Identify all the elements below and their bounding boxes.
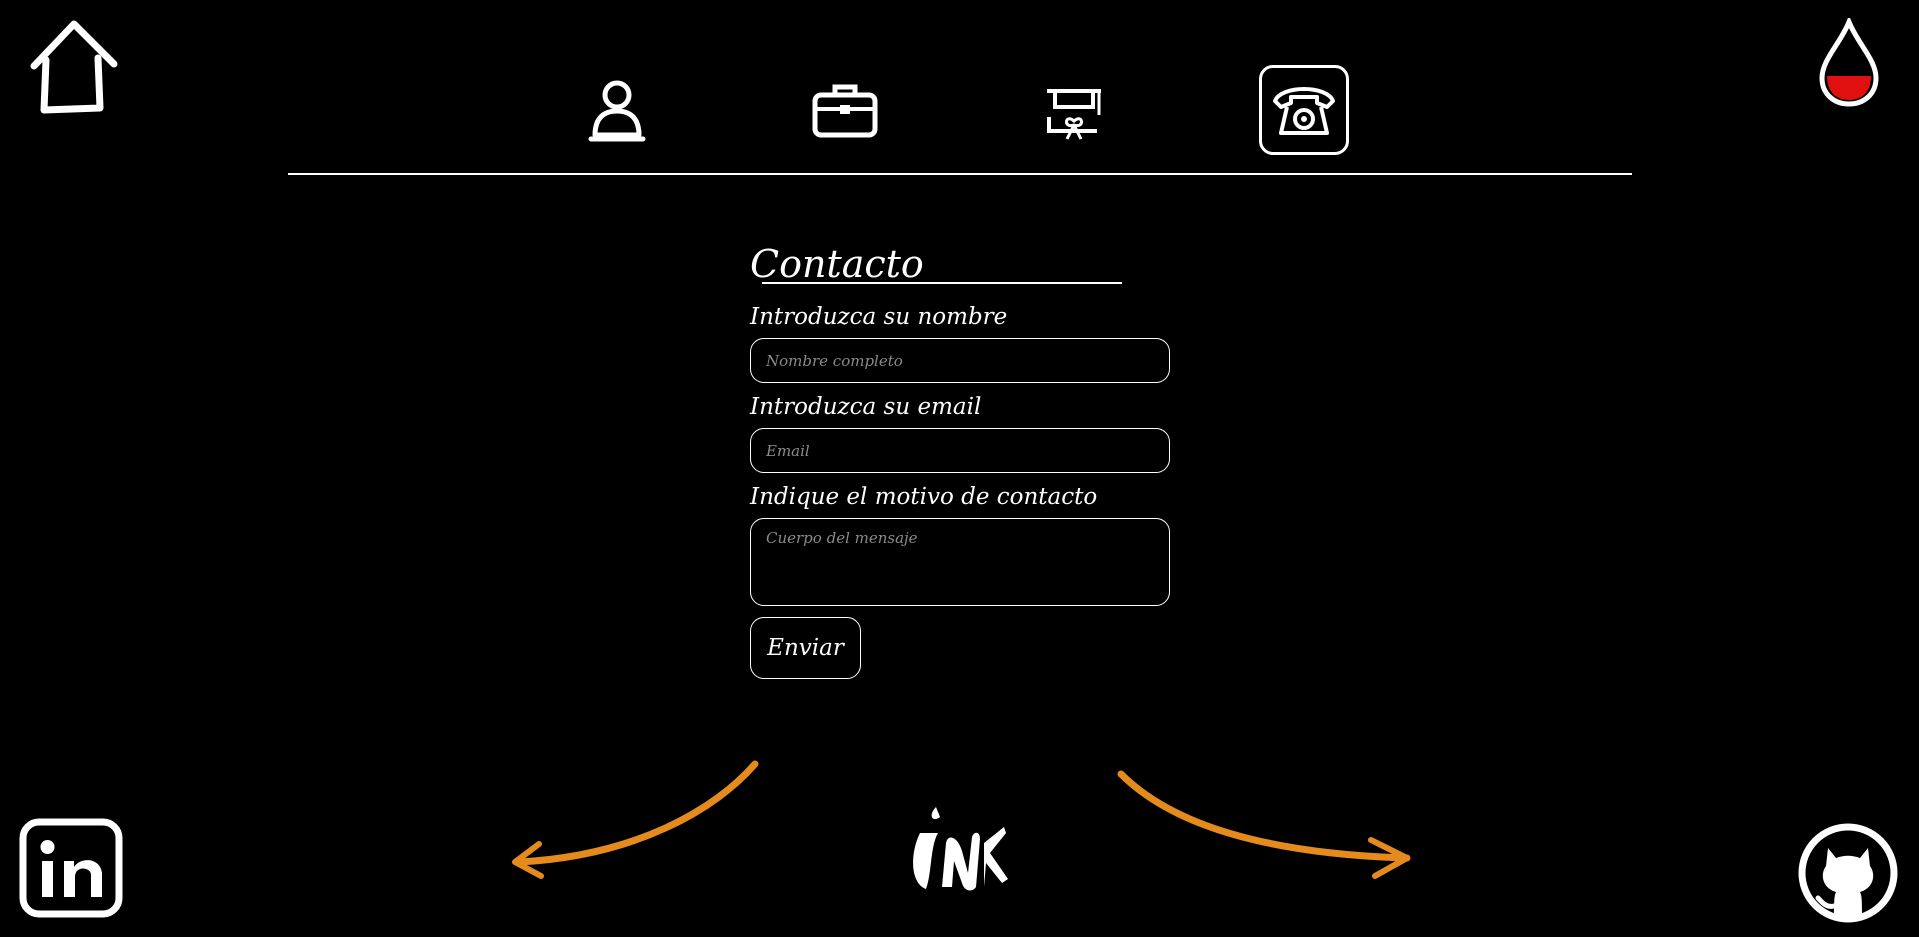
previous-arrow-icon[interactable] [505,760,765,884]
nav-item-experience[interactable] [800,65,890,155]
email-label: Introduzca su email [750,394,982,420]
person-icon [588,80,646,142]
email-input[interactable] [750,428,1170,473]
ink-logo[interactable] [906,803,1012,895]
linkedin-icon[interactable] [18,817,126,921]
page: Contacto Introduzca su nombre Introduzca… [0,0,1919,937]
name-label: Introduzca su nombre [750,304,1008,330]
title-underline [762,282,1122,284]
telephone-icon [1273,87,1335,135]
name-input[interactable] [750,338,1170,383]
nav-item-contact[interactable] [1259,65,1349,155]
submit-button[interactable]: Enviar [750,617,861,679]
section-nav [0,65,1919,155]
next-arrow-icon[interactable] [1117,770,1411,879]
contact-form: Contacto Introduzca su nombre Introduzca… [750,240,1170,679]
briefcase-icon [812,84,878,138]
graduation-icon [1047,89,1101,140]
form-title: Contacto [750,242,924,286]
github-icon[interactable] [1794,822,1902,924]
message-textarea[interactable] [750,518,1170,606]
nav-divider [288,173,1632,175]
nav-item-education[interactable] [1029,65,1119,155]
form-title-block: Contacto [750,240,1170,288]
message-label: Indique el motivo de contacto [750,484,1098,510]
nav-item-profile[interactable] [572,65,662,155]
